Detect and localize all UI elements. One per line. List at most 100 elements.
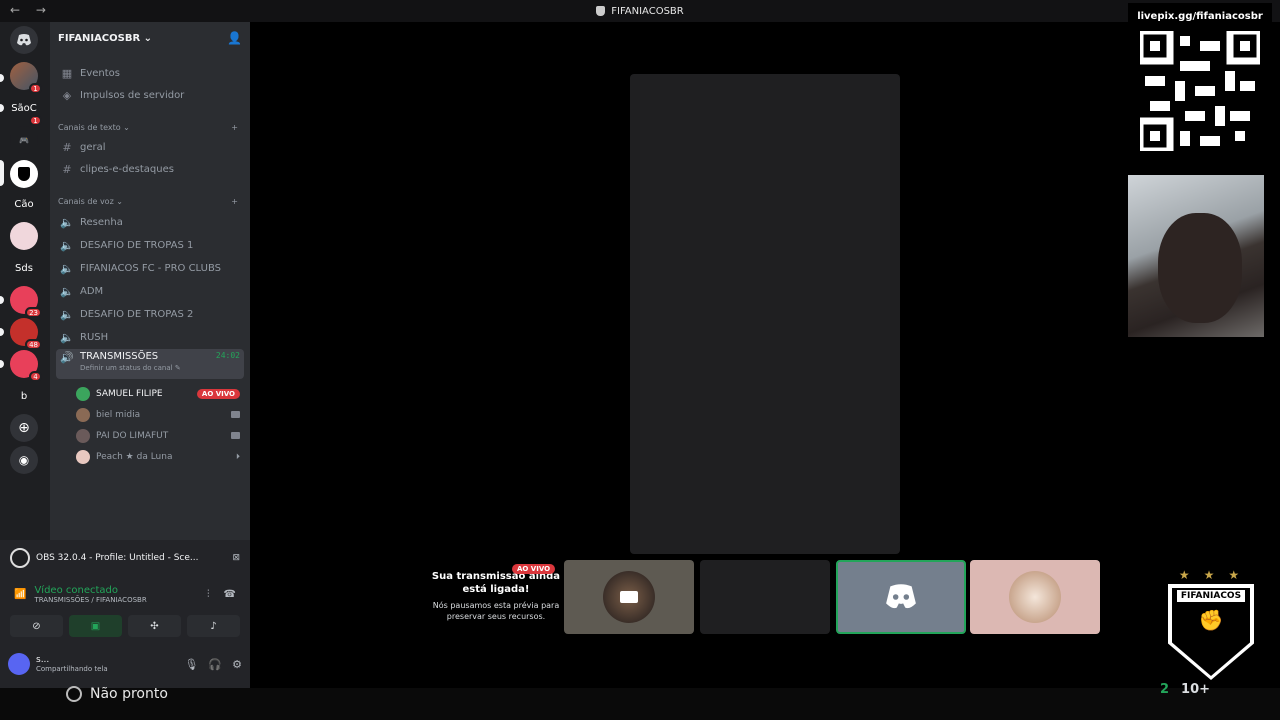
- ready-status[interactable]: Não pronto: [66, 686, 168, 702]
- channel-item[interactable]: # geral: [56, 136, 244, 158]
- server-icon[interactable]: Sds: [10, 254, 38, 282]
- add-server-icon[interactable]: ⊕: [10, 414, 38, 442]
- stop-stream-icon[interactable]: ⊠: [232, 553, 240, 563]
- speaker-icon: 🔈: [60, 215, 74, 229]
- voice-user-name: biel midia: [96, 409, 141, 420]
- headphones-icon[interactable]: 🎧: [208, 658, 222, 671]
- channel-label: RUSH: [80, 331, 109, 343]
- logo-wordmark: FIFANIACOS: [1176, 590, 1246, 602]
- channel-item[interactable]: # clipes-e-destaques: [56, 158, 244, 180]
- discover-icon[interactable]: ◉: [10, 446, 38, 474]
- channel-status[interactable]: Definir um status do canal: [80, 364, 173, 372]
- text-category[interactable]: Canais de texto ⌄ +: [50, 118, 250, 136]
- voice-channel-item[interactable]: 🔈 ADM: [56, 280, 244, 302]
- stream-preview[interactable]: [630, 74, 900, 554]
- voice-category[interactable]: Canais de voz ⌄ +: [50, 192, 250, 210]
- unread-pill: [0, 74, 4, 82]
- voice-channel-item[interactable]: 🔈 DESAFIO DE TROPAS 1: [56, 234, 244, 256]
- category-label: Canais de voz: [58, 196, 114, 206]
- mention-badge: 48: [25, 339, 42, 350]
- participant-tile-speaking[interactable]: [836, 560, 966, 634]
- activities-icon: ✣: [150, 620, 159, 632]
- server-icon[interactable]: 4: [10, 350, 42, 382]
- microphone-icon[interactable]: 🎙: [184, 658, 198, 671]
- camera-icon: [231, 432, 240, 439]
- stream-stage: AO VIVO Sua transmissão ainda está ligad…: [250, 22, 1280, 688]
- voice-channel-item[interactable]: 🔈 RUSH: [56, 326, 244, 348]
- speaker-icon: 🔊: [60, 351, 74, 364]
- channel-label: ADM: [80, 285, 104, 297]
- server-name: FIFANIACOSBR: [58, 32, 141, 44]
- channel-label: geral: [80, 141, 106, 153]
- paused-notice: AO VIVO Sua transmissão ainda está ligad…: [426, 564, 566, 622]
- voice-channel-item[interactable]: 🔈 Resenha: [56, 211, 244, 233]
- pencil-icon[interactable]: ✎: [175, 364, 181, 372]
- voice-user[interactable]: SAMUEL FILIPE AO VIVO: [76, 383, 240, 404]
- server-icon[interactable]: 48: [10, 318, 42, 350]
- nav-arrows-icon[interactable]: ← →: [10, 3, 52, 17]
- obs-stream-row[interactable]: OBS 32.0.4 - Profile: Untitled - Sce... …: [0, 540, 250, 576]
- voice-user[interactable]: PAI DO LIMAFUT: [76, 425, 240, 446]
- server-icon[interactable]: 1: [10, 62, 42, 94]
- server-label: Sds: [15, 262, 33, 274]
- settings-gear-icon[interactable]: ⚙: [232, 658, 242, 671]
- voice-channel-item[interactable]: 🔈 FIFANIACOS FC - PRO CLUBS: [56, 257, 244, 279]
- title-bar: ← → FIFANIACOSBR: [0, 0, 1280, 22]
- avatar[interactable]: [8, 653, 30, 675]
- screen-share-icon: ▣: [90, 620, 101, 632]
- avatar: [76, 407, 90, 422]
- participant-tile[interactable]: [700, 560, 830, 634]
- soundboard-icon: ♪: [210, 620, 217, 632]
- server-icon[interactable]: 🎮: [10, 126, 38, 154]
- events-item[interactable]: ▦ Eventos: [56, 62, 244, 84]
- fist-icon: ✊: [1198, 608, 1224, 632]
- fifaniacos-logo: ★★★ FIFANIACOS ✊: [1162, 568, 1260, 688]
- soundboard-button[interactable]: ♪: [187, 615, 240, 637]
- voice-user[interactable]: biel midia: [76, 404, 240, 425]
- voice-connection: 📶 Vídeo conectado TRANSMISSÕES / FIFANIA…: [0, 576, 250, 612]
- speaker-icon: 🔈: [60, 261, 74, 275]
- account-row: s... Compartilhando tela 🎙 🎧 ⚙: [0, 644, 250, 684]
- channel-label: DESAFIO DE TROPAS 1: [80, 239, 194, 251]
- add-channel-icon[interactable]: +: [231, 123, 238, 132]
- server-icon-active[interactable]: [10, 160, 38, 188]
- screen: ← → FIFANIACOSBR 1 SãoC 1 🎮 Cão Sds 23 48…: [0, 0, 1280, 720]
- speaker-icon: 🔈: [60, 307, 74, 321]
- server-icon[interactable]: 23: [10, 286, 42, 318]
- voice-channel-active[interactable]: 🔊 TRANSMISSÕES Definir um status do cana…: [56, 349, 244, 379]
- voice-user-name: Peach ★ da Luna: [96, 451, 173, 462]
- disconnect-icon[interactable]: ☎: [224, 589, 236, 600]
- voice-user[interactable]: Peach ★ da Luna ⏵: [76, 446, 240, 467]
- signal-icon[interactable]: 📶: [14, 589, 26, 600]
- discord-home-icon[interactable]: [10, 26, 38, 54]
- voice-status[interactable]: Vídeo conectado: [34, 585, 146, 596]
- voice-channel-item[interactable]: 🔈 DESAFIO DE TROPAS 2: [56, 303, 244, 325]
- camera-toggle-button[interactable]: ⊘: [10, 615, 63, 637]
- participant-tile[interactable]: [564, 560, 694, 634]
- shield-emblem: FIFANIACOS ✊: [1168, 584, 1254, 680]
- avatar: [603, 571, 655, 623]
- add-channel-icon[interactable]: +: [231, 197, 238, 206]
- voice-location[interactable]: TRANSMISSÕES / FIFANIACOSBR: [34, 596, 146, 604]
- participant-tile[interactable]: [970, 560, 1100, 634]
- boosts-item[interactable]: ◈ Impulsos de servidor: [56, 84, 244, 106]
- server-icon[interactable]: SãoC 1: [10, 94, 42, 126]
- server-icon[interactable]: [10, 222, 38, 250]
- activities-button[interactable]: ✣: [128, 615, 181, 637]
- voice-user-name: PAI DO LIMAFUT: [96, 430, 169, 441]
- server-icon[interactable]: b: [10, 382, 38, 410]
- server-header[interactable]: FIFANIACOSBR ⌄ 👤: [50, 22, 250, 54]
- viewer-count: 10+: [1181, 682, 1211, 697]
- server-icon[interactable]: Cão: [10, 190, 38, 218]
- user-name: s...: [36, 655, 50, 665]
- voice-controls: ⊘ ▣ ✣ ♪: [0, 612, 250, 640]
- playstation-icon: ⏵: [236, 451, 240, 461]
- category-label: Canais de texto: [58, 122, 121, 132]
- channel-timer: 24:02: [215, 351, 240, 360]
- screen-share-button[interactable]: ▣: [69, 615, 122, 637]
- add-member-icon[interactable]: 👤: [227, 31, 242, 45]
- unread-pill: [0, 360, 4, 368]
- noise-suppression-icon[interactable]: ⫶: [207, 589, 210, 600]
- obs-icon: [10, 548, 30, 568]
- channel-label: FIFANIACOS FC - PRO CLUBS: [80, 262, 221, 274]
